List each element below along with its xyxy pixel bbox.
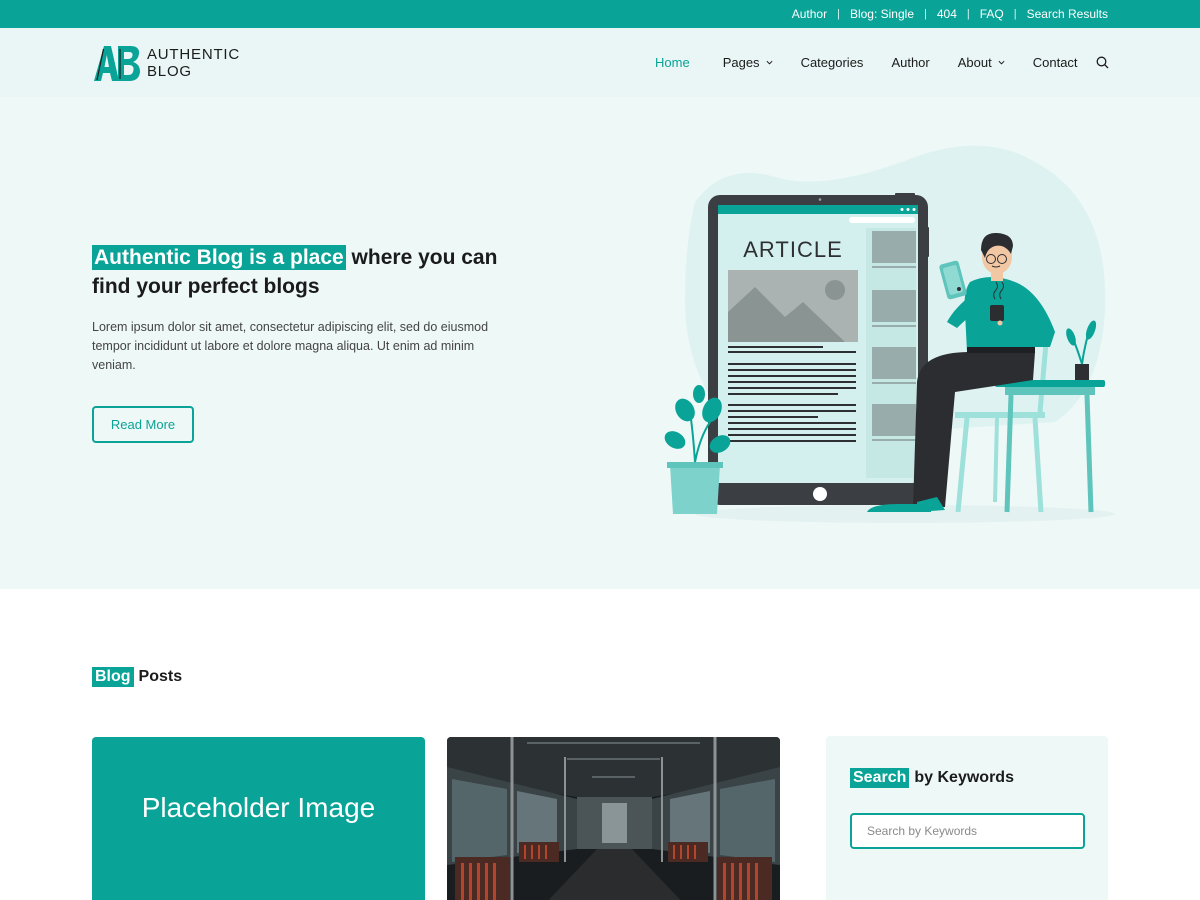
read-more-button[interactable]: Read More: [92, 406, 194, 443]
hero-section: Authentic Blog is a place where you can …: [0, 97, 1200, 589]
nav-item-label: About: [957, 55, 992, 70]
chevron-down-icon: [766, 60, 773, 65]
sidebar-search-widget: Search by Keywords: [826, 736, 1108, 900]
nav-item-label: Pages: [722, 55, 760, 70]
topbar-separator: |: [1013, 8, 1017, 20]
blog-card-image-placeholder[interactable]: Placeholder Image: [92, 737, 425, 900]
site-header: AB AUTHENTIC BLOG Home Pages Categories: [0, 28, 1200, 97]
topbar-separator: |: [924, 8, 927, 20]
chevron-down-icon: [998, 60, 1005, 65]
logo-mark-icon: AB: [94, 46, 140, 81]
nav-item-label: Contact: [1032, 55, 1078, 70]
nav-item-label: Categories: [800, 55, 864, 70]
main-nav: Home Pages Categories Author About Conta…: [655, 28, 1078, 97]
nav-item-author[interactable]: Author: [891, 55, 929, 70]
blog-section-title-highlight: Blog: [92, 667, 134, 687]
blog-card-image-photo[interactable]: [447, 737, 780, 900]
logo-text-line2: BLOG: [147, 63, 192, 80]
top-bar-links: Author | Blog: Single | 404 | FAQ | Sear…: [792, 0, 1108, 28]
article-heading: ARTICLE: [743, 237, 843, 262]
sidebar-title-rest: by Keywords: [914, 769, 1014, 786]
nav-item-about[interactable]: About: [958, 55, 1005, 70]
nav-item-home[interactable]: Home: [655, 55, 690, 70]
train-interior-image: [447, 737, 780, 900]
top-bar: Author | Blog: Single | 404 | FAQ | Sear…: [0, 0, 1200, 28]
nav-item-label: Author: [891, 55, 930, 70]
topbar-link-404[interactable]: 404: [937, 7, 957, 21]
topbar-link-blog-single[interactable]: Blog: Single: [850, 7, 914, 21]
nav-item-categories[interactable]: Categories: [801, 55, 864, 70]
logo-text: AUTHENTIC BLOG: [147, 46, 240, 80]
search-icon[interactable]: [1096, 56, 1109, 69]
hero-title: Authentic Blog is a place where you can …: [92, 243, 512, 301]
topbar-link-author[interactable]: Author: [792, 7, 827, 21]
logo-text-line1: AUTHENTIC: [147, 46, 241, 63]
hero-title-highlight: Authentic Blog is a place: [92, 245, 346, 270]
nav-item-pages[interactable]: Pages: [723, 55, 773, 70]
nav-item-contact[interactable]: Contact: [1033, 55, 1078, 70]
site-logo[interactable]: AB AUTHENTIC BLOG: [92, 43, 240, 83]
sidebar-title-highlight: Search: [850, 768, 910, 788]
nav-item-label: Home: [655, 55, 690, 70]
hero-description: Lorem ipsum dolor sit amet, consectetur …: [92, 320, 489, 372]
topbar-link-faq[interactable]: FAQ: [980, 7, 1004, 21]
topbar-separator: |: [966, 8, 970, 20]
keyword-search-input[interactable]: [850, 813, 1085, 849]
blog-section-title: Blog Posts: [92, 667, 182, 687]
sidebar-widget-title: Search by Keywords: [850, 768, 1014, 788]
topbar-separator: |: [837, 8, 840, 20]
placeholder-image-text: Placeholder Image: [141, 792, 376, 823]
hero-illustration: ARTICLE: [664, 145, 1115, 523]
topbar-link-search-results[interactable]: Search Results: [1027, 7, 1108, 21]
blog-section-title-rest: Posts: [138, 668, 183, 685]
